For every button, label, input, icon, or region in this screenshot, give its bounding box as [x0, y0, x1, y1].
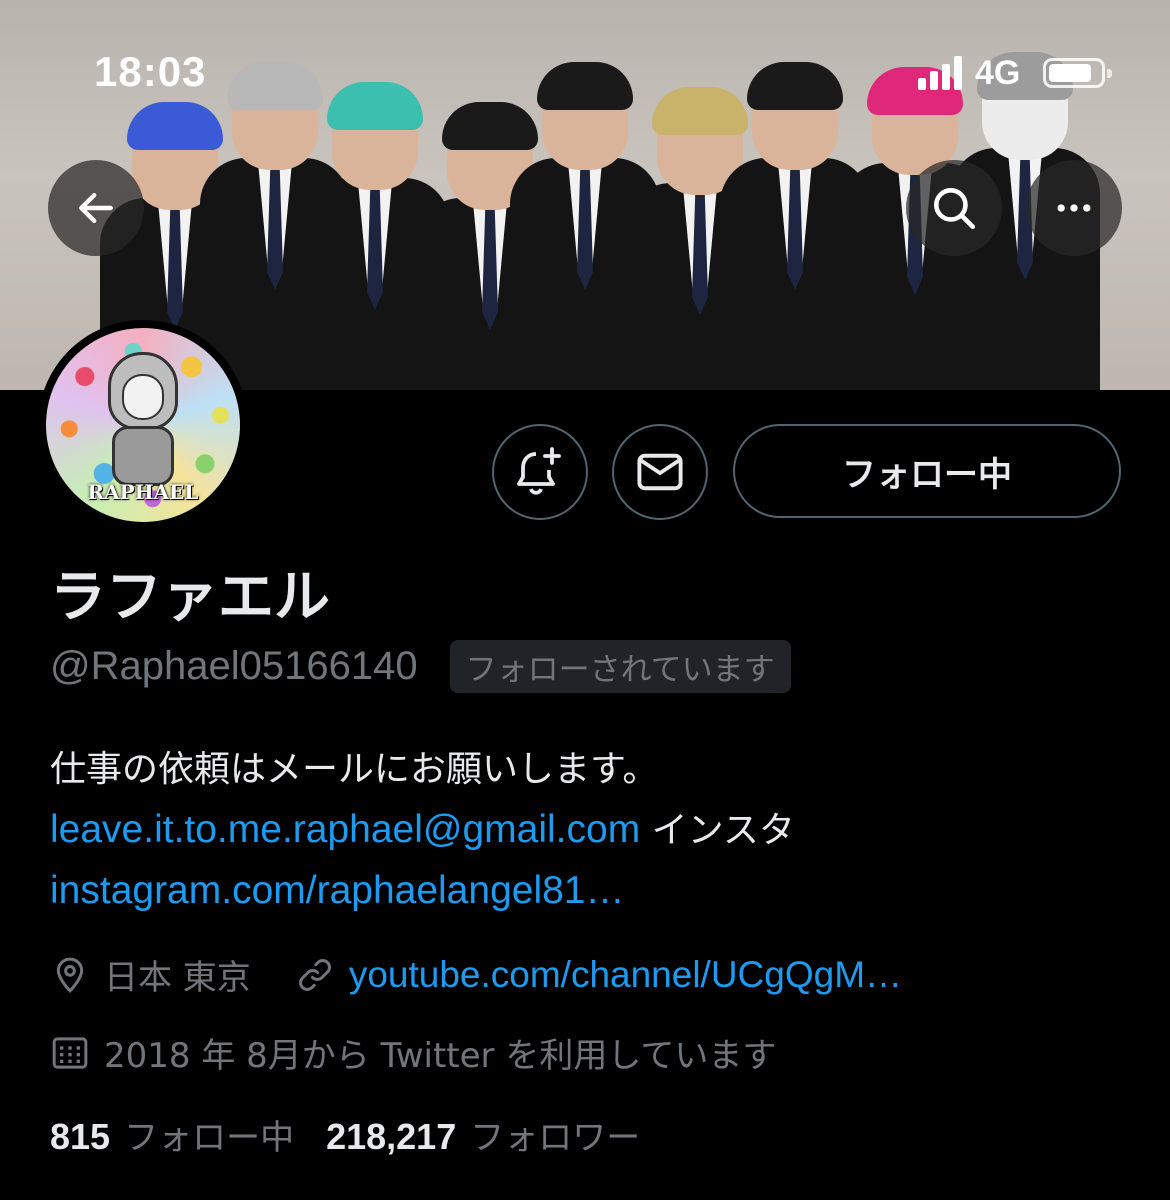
more-button[interactable]: [1026, 160, 1122, 256]
follow-counts: 815 フォロー中 218,217 フォロワー: [50, 1110, 672, 1159]
following-label[interactable]: フォロー中: [124, 1110, 294, 1159]
website-link[interactable]: youtube.com/channel/UCgQgM…: [349, 954, 902, 996]
following-count[interactable]: 815: [50, 1116, 110, 1158]
location-text: 日本 東京: [104, 958, 251, 998]
avatar[interactable]: RAPHAEL: [38, 320, 248, 530]
search-button[interactable]: [906, 160, 1002, 256]
status-time: 18:03: [94, 48, 207, 95]
bio-email-link[interactable]: leave.it.to.me.raphael@gmail.com: [50, 808, 640, 851]
bio: 仕事の依頼はメールにお願いします。 leave.it.to.me.raphael…: [50, 740, 1130, 922]
followers-label[interactable]: フォロワー: [470, 1110, 640, 1159]
joined-text: 2018 年 8月から Twitter を利用しています: [104, 1036, 777, 1076]
back-button[interactable]: [48, 160, 144, 256]
following-button[interactable]: フォロー中: [733, 424, 1121, 518]
battery-icon: [1043, 58, 1112, 88]
message-button[interactable]: [612, 424, 708, 520]
location-pin-icon: [56, 957, 84, 993]
signal-icon: [918, 56, 962, 90]
link-icon: [298, 958, 331, 991]
bio-instagram-link[interactable]: instagram.com/raphaelangel81…: [50, 869, 625, 912]
followers-count[interactable]: 218,217: [326, 1116, 456, 1158]
handle: @Raphael05166140: [50, 644, 418, 688]
display-name: ラファエル: [50, 565, 330, 630]
more-horizontal-icon: [1057, 204, 1091, 212]
network-label: 4G: [975, 54, 1021, 92]
arrow-left-icon: [79, 192, 113, 224]
calendar-icon: [52, 1036, 88, 1069]
bell-plus-icon: [517, 447, 561, 495]
search-icon: [934, 188, 976, 230]
handle-row: @Raphael05166140 フォローされています: [50, 640, 791, 693]
location-row: 日本 東京 youtube.com/channel/UCgQgM…: [50, 950, 902, 999]
follows-you-badge: フォローされています: [449, 640, 791, 693]
envelope-icon: [637, 453, 683, 491]
joined-row: 2018 年 8月から Twitter を利用しています: [50, 1028, 776, 1077]
avatar-logo: RAPHAEL: [87, 480, 199, 504]
avatar-image: RAPHAEL: [46, 328, 240, 522]
notify-button[interactable]: [492, 424, 588, 520]
bio-line: 仕事の依頼はメールにお願いします。: [50, 749, 659, 790]
bio-insta-label: インスタ: [640, 810, 795, 851]
